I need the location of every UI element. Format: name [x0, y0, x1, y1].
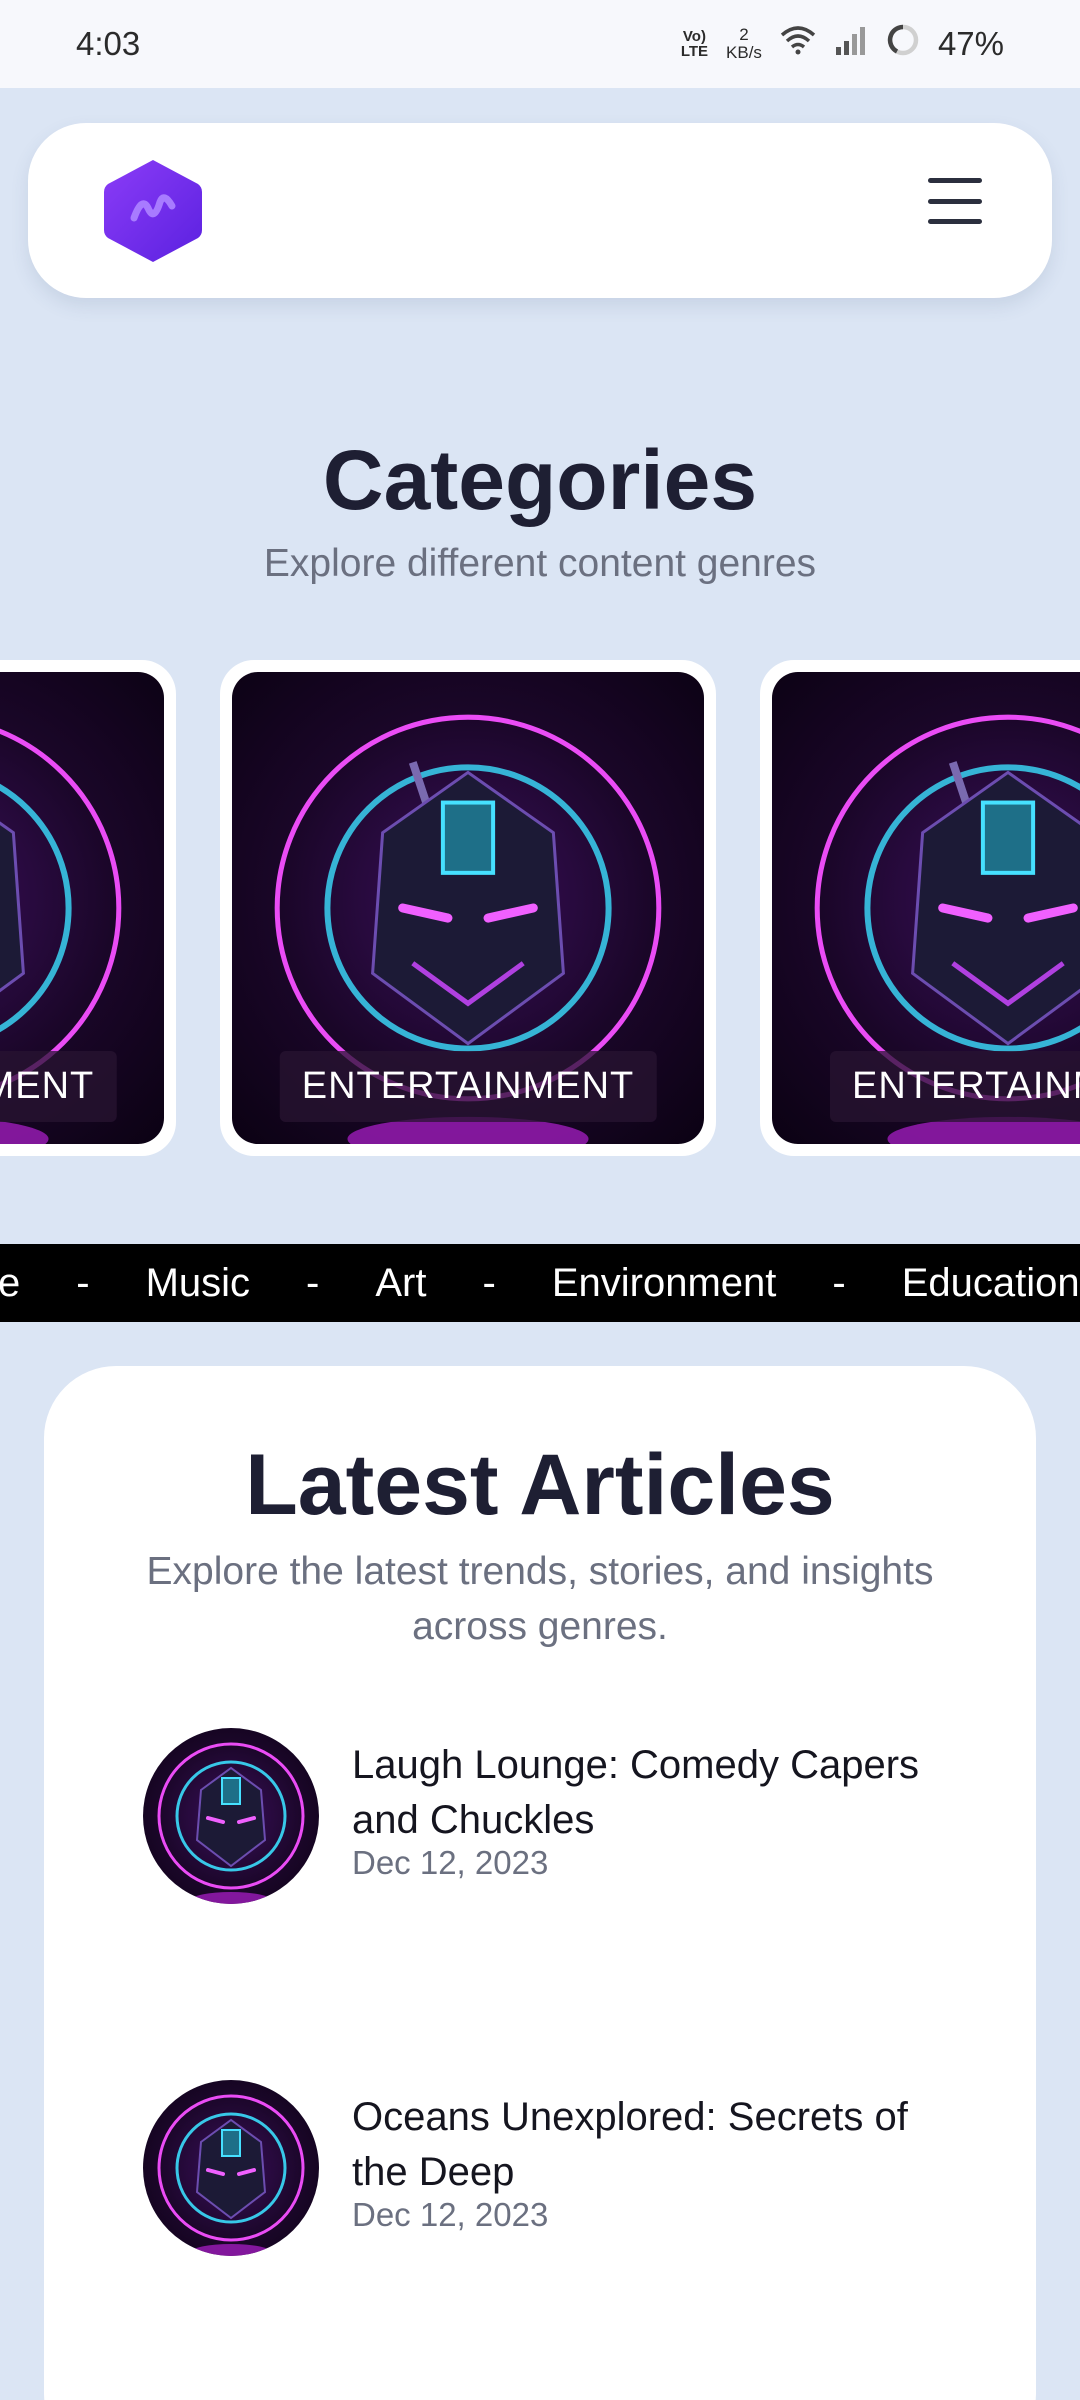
category-card[interactable]: ENTERTAINMENT — [220, 660, 716, 1156]
articles-title: Latest Articles — [245, 1437, 835, 1533]
ticker-separator: - — [482, 1260, 496, 1305]
category-card[interactable]: ENTERTAINMENT — [0, 660, 176, 1156]
article-item[interactable]: Laugh Lounge: Comedy Capers and Chuckles… — [143, 1728, 1003, 1908]
category-label: ENTERTAINMENT — [279, 1051, 657, 1122]
status-bar: 4:03 Vo) LTE 2 KB/s 47% — [0, 0, 1080, 88]
article-date: Dec 12, 2023 — [352, 2196, 549, 2233]
ticker-item[interactable]: Art — [347, 1261, 454, 1306]
categories-subtitle: Explore different content genres — [263, 542, 817, 585]
article-title[interactable]: Oceans Unexplored: Secrets of the Deep — [352, 2090, 972, 2200]
categories-carousel[interactable]: ENTERTAINMENT ENTERTAINMENT — [0, 660, 1080, 1160]
ticker-item[interactable]: Education — [874, 1261, 1080, 1306]
ticker-item[interactable]: Environment — [524, 1261, 805, 1306]
category-label: ENTERTAINMENT — [830, 1051, 1080, 1122]
volte-icon: Vo) LTE — [680, 28, 709, 60]
category-image: ENTERTAINMENT — [772, 672, 1080, 1144]
article-thumbnail — [143, 1728, 319, 1904]
ticker-item[interactable]: Music — [118, 1261, 278, 1306]
app-header — [28, 123, 1052, 298]
ticker-track: e - Music - Art - Environment - Educatio… — [0, 1244, 1080, 1322]
category-image: ENTERTAINMENT — [0, 672, 164, 1144]
genre-ticker: e - Music - Art - Environment - Educatio… — [0, 1244, 1080, 1322]
ticker-separator: - — [76, 1260, 90, 1305]
robot-mask-icon — [157, 1742, 305, 1904]
category-label: ENTERTAINMENT — [0, 1051, 117, 1122]
ticker-separator: - — [832, 1260, 846, 1305]
wifi-icon — [780, 25, 816, 63]
status-icons: Vo) LTE 2 KB/s 47% — [681, 23, 1004, 65]
hamburger-menu-icon[interactable] — [928, 178, 982, 224]
categories-title: Categories — [322, 433, 758, 527]
network-speed: 2 KB/s — [726, 25, 762, 62]
articles-subtitle: Explore the latest trends, stories, and … — [146, 1550, 934, 1648]
article-title[interactable]: Laugh Lounge: Comedy Capers and Chuckles — [352, 1738, 972, 1848]
signal-icon — [834, 25, 868, 63]
hexagon-pulse-logo-icon[interactable] — [98, 156, 208, 266]
battery-icon — [886, 23, 920, 65]
battery-percent: 47% — [937, 25, 1004, 62]
article-thumbnail — [143, 2080, 319, 2256]
article-item[interactable]: Oceans Unexplored: Secrets of the Deep D… — [143, 2080, 1003, 2260]
ticker-separator: - — [306, 1260, 320, 1305]
category-image: ENTERTAINMENT — [232, 672, 704, 1144]
article-date: Dec 12, 2023 — [352, 1844, 549, 1881]
status-time: 4:03 — [76, 25, 141, 62]
category-card[interactable]: ENTERTAINMENT — [760, 660, 1080, 1156]
ticker-item[interactable]: e — [0, 1261, 48, 1306]
robot-mask-icon — [157, 2094, 305, 2256]
